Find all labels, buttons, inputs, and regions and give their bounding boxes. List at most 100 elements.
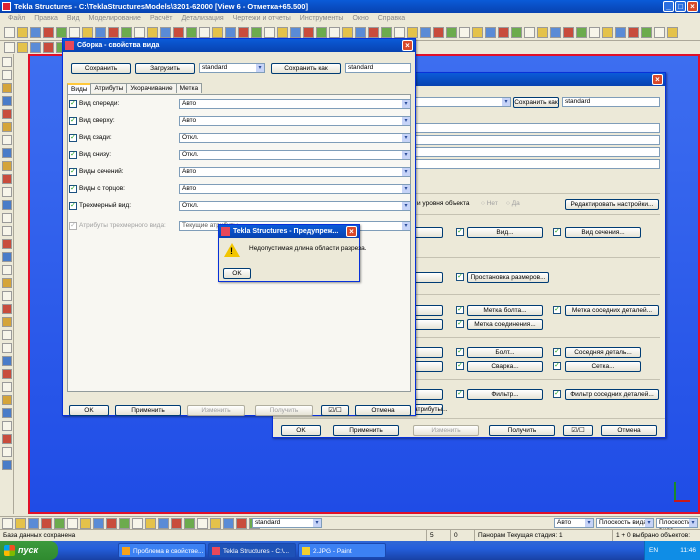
row2-b-checkbox[interactable]: ✓ bbox=[456, 273, 464, 281]
back-get-button[interactable]: Получить bbox=[489, 425, 555, 436]
row1-c-checkbox[interactable]: ✓ bbox=[553, 228, 561, 236]
row7-b-checkbox[interactable]: ✓ bbox=[456, 390, 464, 398]
side-tool-icon[interactable] bbox=[2, 304, 12, 314]
side-tool-icon[interactable] bbox=[2, 70, 12, 80]
toolbar-tool-icon[interactable] bbox=[43, 41, 54, 53]
toolbar-tool-icon[interactable] bbox=[173, 27, 184, 38]
dimensioning-button[interactable]: Простановка размеров... bbox=[467, 272, 549, 283]
maximize-button[interactable]: □ bbox=[675, 1, 686, 12]
tab-1[interactable]: Атрибуты bbox=[90, 83, 128, 93]
snap-tool-icon[interactable] bbox=[41, 518, 52, 529]
grid-button[interactable]: Сетка... bbox=[565, 361, 641, 372]
snap-tool-icon[interactable] bbox=[54, 518, 65, 529]
side-tool-icon[interactable] bbox=[2, 161, 12, 171]
menu-item[interactable]: Правка bbox=[34, 13, 58, 25]
side-tool-icon[interactable] bbox=[2, 239, 12, 249]
back-toggle-button[interactable]: ☑/☐ bbox=[563, 425, 593, 436]
toolbar-tool-icon[interactable] bbox=[576, 27, 587, 38]
toolbar-tool-icon[interactable] bbox=[667, 27, 678, 38]
modify-button[interactable]: Изменить bbox=[187, 405, 245, 416]
toolbar-tool-icon[interactable] bbox=[186, 27, 197, 38]
side-tool-icon[interactable] bbox=[2, 278, 12, 288]
radio-no[interactable]: ○ Нет bbox=[481, 199, 498, 208]
bottom-auto-combo[interactable]: Авто bbox=[554, 518, 594, 528]
back-cancel-button[interactable]: Отмена bbox=[601, 425, 657, 436]
side-tool-icon[interactable] bbox=[2, 200, 12, 210]
toolbar-tool-icon[interactable] bbox=[251, 27, 262, 38]
view-plane-combo[interactable]: Плоскость вида bbox=[656, 518, 698, 534]
snap-tool-icon[interactable] bbox=[28, 518, 39, 529]
section-view-button[interactable]: Вид сечения... bbox=[565, 227, 641, 238]
taskbar-item-tekla[interactable]: Tekla Structures - C:\... bbox=[208, 543, 296, 558]
back-save-as-field[interactable]: standard bbox=[562, 97, 660, 107]
back-modify-button[interactable]: Изменить bbox=[413, 425, 479, 436]
side-tool-icon[interactable] bbox=[2, 330, 12, 340]
snap-tool-icon[interactable] bbox=[236, 518, 247, 529]
row4-b-checkbox[interactable]: ✓ bbox=[456, 320, 464, 328]
row3-b-checkbox[interactable]: ✓ bbox=[456, 306, 464, 314]
side-tool-icon[interactable] bbox=[2, 421, 12, 431]
neighbor-part-button[interactable]: Соседняя деталь... bbox=[565, 347, 641, 358]
snap-tool-icon[interactable] bbox=[67, 518, 78, 529]
toolbar-tool-icon[interactable] bbox=[225, 27, 236, 38]
snap-tool-icon[interactable] bbox=[93, 518, 104, 529]
toolbar-tool-icon[interactable] bbox=[654, 27, 665, 38]
back-row1-a-button[interactable] bbox=[413, 227, 443, 238]
toolbar-tool-icon[interactable] bbox=[316, 27, 327, 38]
filter-button[interactable]: Фильтр... bbox=[467, 389, 543, 400]
side-tool-icon[interactable] bbox=[2, 265, 12, 275]
toolbar-tool-icon[interactable] bbox=[511, 27, 522, 38]
side-tool-icon[interactable] bbox=[2, 252, 12, 262]
view-row-checkbox[interactable]: ✓ bbox=[69, 134, 77, 142]
toolbar-tool-icon[interactable] bbox=[43, 27, 54, 38]
assembly-dialog-close-button[interactable]: × bbox=[402, 40, 413, 51]
toolbar-tool-icon[interactable] bbox=[524, 27, 535, 38]
side-tool-icon[interactable] bbox=[2, 408, 12, 418]
side-tool-icon[interactable] bbox=[2, 57, 12, 67]
snap-tool-icon[interactable] bbox=[106, 518, 117, 529]
row3-c-checkbox[interactable]: ✓ bbox=[553, 306, 561, 314]
toolbar-tool-icon[interactable] bbox=[30, 41, 41, 53]
toolbar-tool-icon[interactable] bbox=[407, 27, 418, 38]
bolt-button[interactable]: Болт... bbox=[467, 347, 543, 358]
side-tool-icon[interactable] bbox=[2, 434, 12, 444]
toolbar-tool-icon[interactable] bbox=[329, 27, 340, 38]
side-tool-icon[interactable] bbox=[2, 317, 12, 327]
view-row-checkbox[interactable]: ✓ bbox=[69, 202, 77, 210]
tab-3[interactable]: Метка bbox=[175, 83, 203, 93]
attr3d-checkbox[interactable]: ✓ bbox=[69, 222, 77, 230]
back-row4-a-button[interactable] bbox=[413, 319, 443, 330]
side-tool-icon[interactable] bbox=[2, 460, 12, 470]
back-ok-button[interactable]: OK bbox=[281, 425, 321, 436]
load-button[interactable]: Загрузить bbox=[135, 63, 195, 74]
toolbar-tool-icon[interactable] bbox=[56, 27, 67, 38]
back-row5-a-button[interactable] bbox=[413, 347, 443, 358]
menu-item[interactable]: Чертежи и отчеты bbox=[233, 13, 291, 25]
snap-tool-icon[interactable] bbox=[197, 518, 208, 529]
toolbar-tool-icon[interactable] bbox=[134, 27, 145, 38]
close-button[interactable]: × bbox=[687, 1, 698, 12]
start-button[interactable]: пуск bbox=[0, 541, 58, 560]
view-row-checkbox[interactable]: ✓ bbox=[69, 168, 77, 176]
menu-item[interactable]: Файл bbox=[8, 13, 25, 25]
back-row7-a-button[interactable] bbox=[413, 389, 443, 400]
toolbar-tool-icon[interactable] bbox=[459, 27, 470, 38]
radio-yes[interactable]: ○ Да bbox=[506, 199, 520, 208]
attributes-button[interactable]: атрибуты... bbox=[413, 404, 448, 415]
work-plane-combo[interactable]: Плоскость вида bbox=[596, 518, 654, 528]
row5-b-checkbox[interactable]: ✓ bbox=[456, 348, 464, 356]
save-as-field[interactable]: standard bbox=[345, 63, 411, 73]
row6-c-checkbox[interactable]: ✓ bbox=[553, 362, 561, 370]
side-tool-icon[interactable] bbox=[2, 343, 12, 353]
connection-mark-button[interactable]: Метка соединения... bbox=[467, 319, 543, 330]
side-tool-icon[interactable] bbox=[2, 395, 12, 405]
back-row3-a-button[interactable] bbox=[413, 305, 443, 316]
snap-tool-icon[interactable] bbox=[80, 518, 91, 529]
toolbar-tool-icon[interactable] bbox=[238, 27, 249, 38]
snap-tool-icon[interactable] bbox=[145, 518, 156, 529]
toggle-all-button[interactable]: ☑/☐ bbox=[321, 405, 349, 416]
neighbor-parts-mark-button[interactable]: Метка соседних деталей... bbox=[565, 305, 659, 316]
load-settings-combo[interactable]: standard bbox=[199, 63, 265, 73]
bottom-settings-combo[interactable]: standard bbox=[252, 518, 322, 528]
snap-tool-icon[interactable] bbox=[158, 518, 169, 529]
